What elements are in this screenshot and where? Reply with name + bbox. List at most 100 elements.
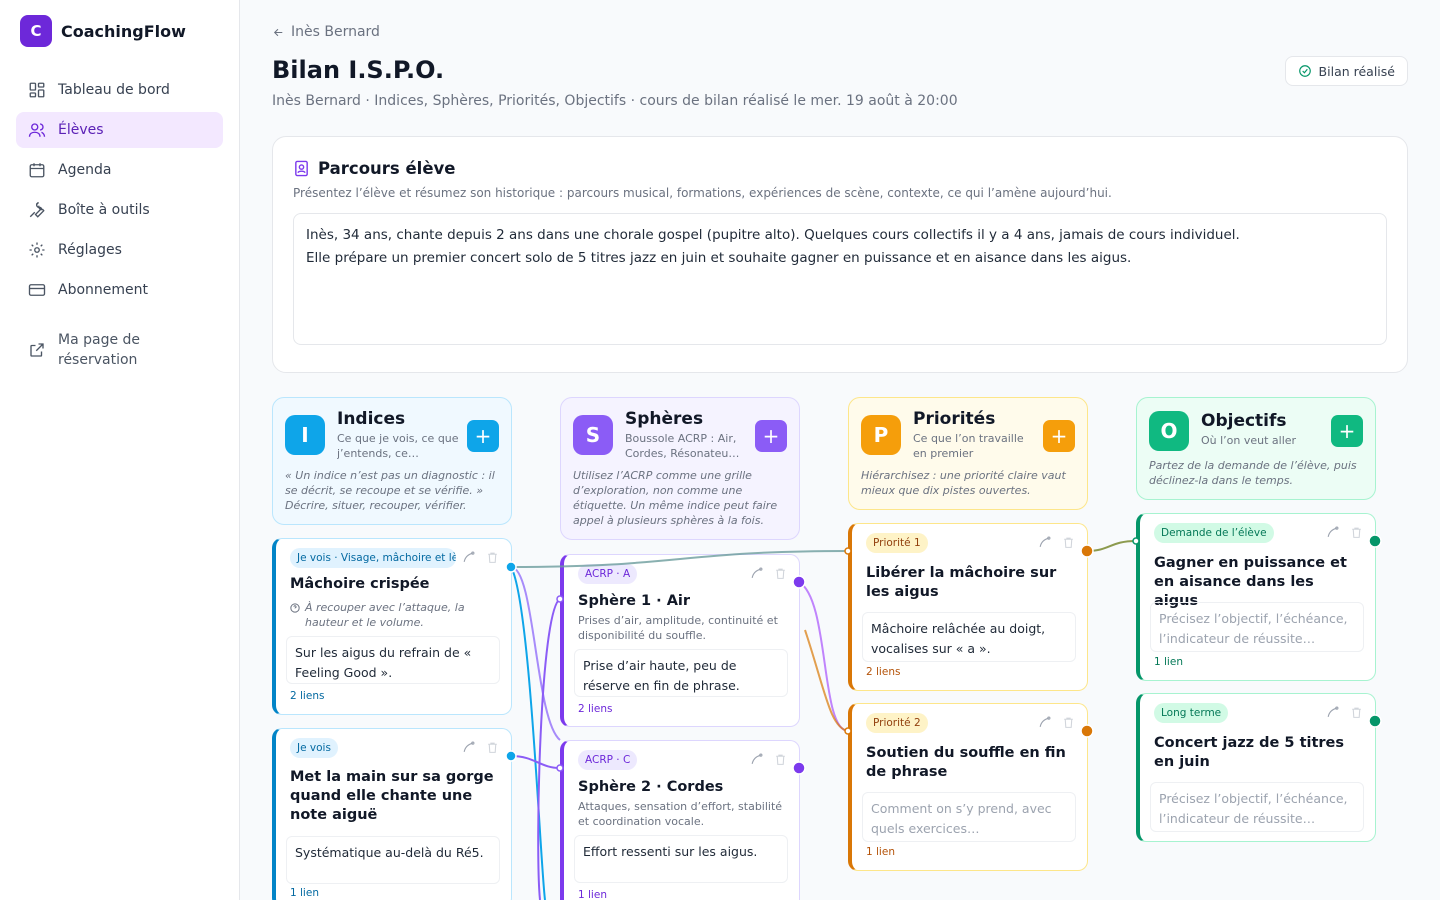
connector-sphere1-prio2-b [804, 629, 849, 732]
indice-hint: À recouper avec l’attaque, la hauteur et… [290, 600, 500, 630]
column-header-indices: I Indices Ce que je vois, ce que j’enten… [272, 397, 512, 525]
main-nav: Tableau de bord Élèves Agenda Boîte à ou… [16, 72, 223, 380]
brand[interactable]: C CoachingFlow [20, 15, 186, 47]
external-link-icon [30, 343, 44, 357]
indice-textarea[interactable]: Systématique au-delà du Ré5. [286, 836, 500, 884]
spheres-subtitle: Boussole ACRP : Air, Cordes, Résonateu… [625, 432, 740, 460]
indice-card-2[interactable]: Je vois Met la main sur sa gorge quand e… [272, 728, 512, 900]
sphere-badge: ACRP · C [578, 750, 638, 770]
link-icon[interactable] [1038, 536, 1051, 549]
spheres-note: Utilisez l’ACRP comme une grille d’explo… [573, 469, 778, 527]
sphere-links-count[interactable]: 1 lien [578, 889, 607, 900]
indice-hint-text: À recouper avec l’attaque, la hauteur et… [305, 601, 465, 629]
sphere-card-1[interactable]: ACRP · A Sphère 1 · Air Prises d’air, am… [560, 554, 800, 727]
priorite-card-2[interactable]: Priorité 2 Soutien du souffle en fin de … [848, 703, 1088, 871]
nav-item-settings[interactable]: Réglages [16, 232, 223, 268]
trash-icon[interactable] [1350, 706, 1363, 719]
connector-indice2-sphere [510, 755, 561, 769]
priorite-links-count[interactable]: 1 lien [866, 846, 895, 858]
link-icon[interactable] [462, 741, 475, 754]
nav-item-agenda[interactable]: Agenda [16, 152, 223, 188]
add-sphere-button[interactable]: + [755, 420, 787, 452]
parcours-title: Parcours élève [293, 159, 455, 178]
sphere-card-2[interactable]: ACRP · C Sphère 2 · Cordes Attaques, sen… [560, 740, 800, 900]
sidebar: C CoachingFlow Tableau de bord Élèves Ag… [0, 0, 240, 900]
parcours-card: Parcours élève Présentez l’élève et résu… [272, 136, 1408, 373]
back-label: Inès Bernard [291, 24, 380, 40]
priorites-note: Hiérarchisez : une priorité claire vaut … [861, 469, 1066, 497]
objectif-textarea[interactable]: Précisez l’objectif, l’échéance, l’indic… [1150, 602, 1364, 652]
link-icon[interactable] [1326, 706, 1339, 719]
sphere-hint: Prises d’air, amplitude, continuité et d… [578, 614, 778, 642]
trash-icon[interactable] [1350, 526, 1363, 539]
nav-item-toolbox[interactable]: Boîte à outils [16, 192, 223, 228]
priorite-card-1[interactable]: Priorité 1 Libérer la mâchoire sur les a… [848, 523, 1088, 691]
priorite-textarea[interactable]: Mâchoire relâchée au doigt, vocalises su… [862, 612, 1076, 662]
add-priorite-button[interactable]: + [1043, 420, 1075, 452]
sphere-links-count[interactable]: 2 liens [578, 703, 612, 715]
page-subtitle: Inès Bernard · Indices, Sphères, Priorit… [272, 93, 958, 109]
objectif-card-2[interactable]: Long terme Concert jazz de 5 titres en j… [1136, 693, 1376, 842]
objectif-textarea[interactable]: Précisez l’objectif, l’échéance, l’indic… [1150, 782, 1364, 832]
nav-item-booking-page[interactable]: Ma page de réservation [16, 324, 223, 376]
objectif-title: Concert jazz de 5 titres en juin [1154, 735, 1345, 770]
priorite-title: Soutien du souffle en fin de phrase [866, 745, 1066, 780]
indice-textarea[interactable]: Sur les aigus du refrain de « Feeling Go… [286, 636, 500, 684]
spheres-letter: S [573, 415, 613, 455]
link-icon[interactable] [1326, 526, 1339, 539]
parcours-textarea[interactable]: Inès, 34 ans, chante depuis 2 ans dans u… [293, 213, 1387, 345]
connector-sphere1-indice [537, 598, 561, 900]
indices-title: Indices [337, 409, 406, 429]
indice-links-count[interactable]: 2 liens [290, 690, 324, 702]
objectif-badge: Long terme [1154, 703, 1229, 723]
link-icon[interactable] [462, 551, 475, 564]
sphere-badge: ACRP · A [578, 564, 638, 584]
trash-icon[interactable] [486, 741, 499, 754]
sphere-textarea[interactable]: Prise d’air haute, peu de réserve en fin… [574, 649, 788, 697]
priorite-links-count[interactable]: 2 liens [866, 666, 900, 678]
nav-label: Abonnement [58, 282, 149, 298]
sphere-title: Sphère 2 · Cordes [578, 779, 724, 795]
trash-icon[interactable] [1062, 536, 1075, 549]
indices-subtitle: Ce que je vois, ce que j’entends, ce… [337, 432, 459, 460]
link-icon[interactable] [750, 753, 763, 766]
indice-badge: Je vois · Visage, mâchoire et lèvres [290, 548, 456, 568]
parcours-description: Présentez l’élève et résumez son histori… [293, 186, 1112, 200]
trash-icon[interactable] [486, 551, 499, 564]
objectifs-note: Partez de la demande de l’élève, puis dé… [1149, 459, 1357, 487]
indice-links-count[interactable]: 1 lien [290, 887, 319, 899]
status-button[interactable]: Bilan réalisé [1284, 56, 1408, 86]
sphere-textarea[interactable]: Effort ressenti sur les aigus. [574, 835, 788, 883]
indice-card-1[interactable]: Je vois · Visage, mâchoire et lèvres Mâc… [272, 538, 512, 715]
objectif-badge: Demande de l’élève [1154, 523, 1274, 543]
add-indice-button[interactable]: + [467, 420, 499, 452]
credit-card-icon [28, 284, 46, 296]
dashboard-icon [29, 82, 45, 98]
calendar-icon [29, 163, 45, 178]
add-objectif-button[interactable]: + [1331, 415, 1363, 447]
connector-sphere1-prio2 [798, 581, 849, 732]
indice-badge: Je vois [290, 738, 338, 758]
priorite-textarea[interactable]: Comment on s’y prend, avec quels exercic… [862, 792, 1076, 842]
trash-icon[interactable] [1062, 716, 1075, 729]
nav-item-subscription[interactable]: Abonnement [16, 272, 223, 308]
link-icon[interactable] [750, 567, 763, 580]
nav-label: Boîte à outils [58, 202, 150, 218]
nav-label: Agenda [58, 162, 112, 178]
trash-icon[interactable] [774, 567, 787, 580]
wrench-icon [29, 201, 45, 218]
trash-icon[interactable] [774, 753, 787, 766]
nav-item-dashboard[interactable]: Tableau de bord [16, 72, 223, 108]
link-icon[interactable] [1038, 716, 1051, 729]
brand-logo: C [20, 15, 52, 47]
users-icon [28, 123, 46, 137]
nav-label: Ma page de réservation [58, 332, 141, 368]
objectif-links-count[interactable]: 1 lien [1154, 656, 1183, 668]
priorites-subtitle: Ce que l’on travaille en premier [913, 432, 1024, 460]
nav-item-eleves[interactable]: Élèves [16, 112, 223, 148]
objectif-card-1[interactable]: Demande de l’élève Gagner en puissance e… [1136, 513, 1376, 681]
status-label: Bilan réalisé [1318, 63, 1395, 79]
nav-label: Tableau de bord [58, 82, 170, 98]
back-link[interactable]: Inès Bernard [272, 24, 380, 40]
indices-note: « Un indice n’est pas un diagnostic : il… [285, 469, 495, 512]
